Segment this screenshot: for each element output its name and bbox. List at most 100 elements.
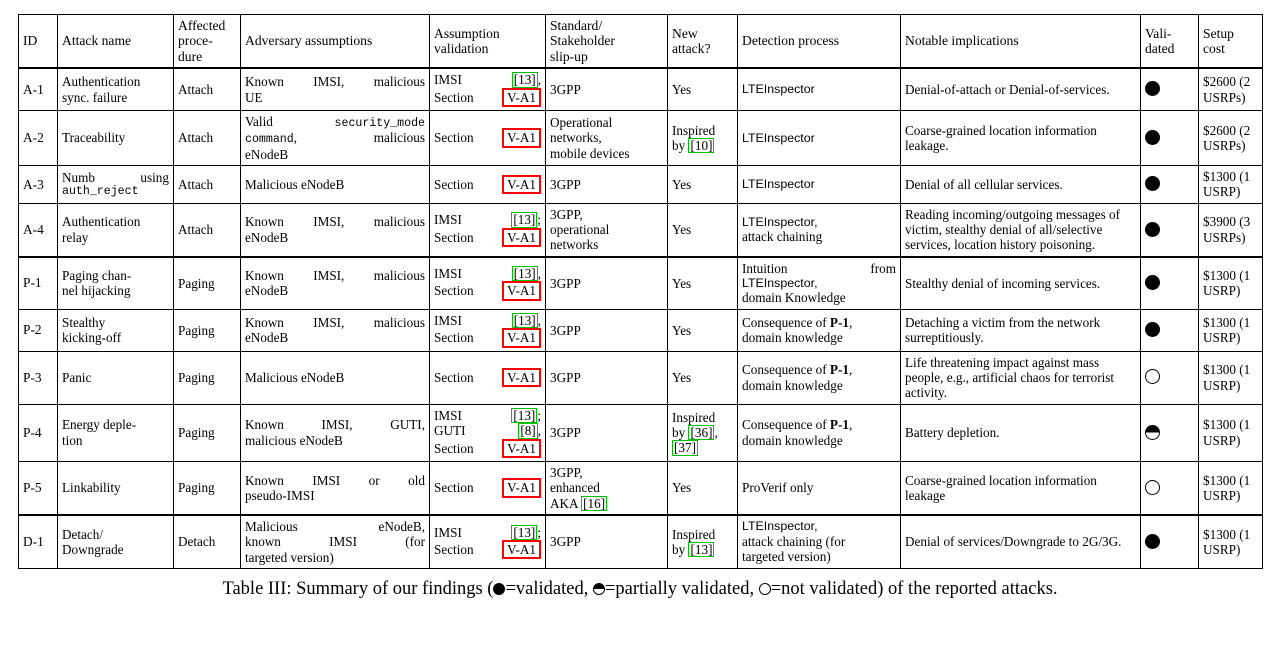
citation-ref[interactable]: [16]	[581, 495, 608, 512]
citation-ref[interactable]: [13]	[688, 541, 715, 558]
detection-line: LTEInspector,	[742, 519, 818, 534]
findings-table: ID Attack name Affected proce- dure Adve…	[18, 14, 1263, 569]
standard-line: enhanced	[550, 480, 600, 496]
citation-ref[interactable]: [37]	[672, 440, 698, 456]
cell-id: D-1	[18, 514, 58, 569]
standard-line: operational	[550, 222, 610, 238]
cell-standard-slipup: 3GPP	[545, 403, 668, 462]
assumption-line: Malicious eNodeB	[245, 369, 345, 385]
validation-label: IMSI	[434, 312, 462, 328]
table-row: A-2 Traceability Attach Valid security_mode…	[18, 109, 1263, 167]
validated-half-icon	[1145, 424, 1160, 440]
cell-setup-cost: $1300 (1 USRP)	[1198, 255, 1263, 310]
assumption-line: Known IMSI, GUTI,	[245, 417, 425, 433]
cell-id: A-1	[18, 67, 58, 111]
detection-line: LTEInspector,	[742, 214, 818, 229]
citation-ref[interactable]: V-A1	[502, 478, 541, 498]
table-row: D-1 Detach/Downgrade Detach Malicious eNode…	[18, 514, 1263, 569]
citation-ref[interactable]: V-A1	[502, 438, 541, 458]
new-attack-line: Yes	[672, 322, 692, 338]
citation-ref[interactable]: [13]	[511, 524, 538, 540]
standard-line: networks,	[550, 130, 602, 146]
detection-line: domain Knowledge	[742, 290, 846, 306]
citation-ref[interactable]: V-A1	[502, 227, 541, 248]
cost-line: $1300 (1	[1203, 472, 1251, 488]
assumption-line: eNodeB	[245, 146, 289, 162]
detection-line: domain knowledge	[742, 330, 843, 346]
cell-assumption-validation: IMSI [13], Section V-A1	[429, 308, 546, 352]
cell-notable-implications: Battery depletion.	[900, 403, 1141, 462]
table-row: P-5 Linkability Paging Known IMSI or old pse…	[18, 460, 1263, 516]
validation-entry: IMSI [13];	[434, 212, 541, 228]
citation-ref[interactable]: V-A1	[502, 328, 541, 348]
citation-ref[interactable]: [13]	[511, 312, 538, 329]
new-attack-line: by [10]	[672, 138, 715, 154]
detection-line: attack chaining	[742, 229, 823, 245]
col-header-validated: Vali- dated	[1140, 14, 1199, 69]
new-attack-line: Yes	[672, 480, 692, 496]
header-row: ID Attack name Affected proce- dure Adve…	[18, 14, 1263, 69]
cell-adversary-assumptions: Known IMSI, GUTI, malicious eNodeB	[240, 403, 430, 462]
cell-validated	[1140, 202, 1199, 258]
citation-ref[interactable]: [13]	[511, 265, 538, 282]
citation-ref[interactable]: [13]	[511, 212, 538, 228]
validation-entry: Section V-A1	[434, 281, 541, 301]
assumption-line: malicious eNodeB	[245, 432, 343, 448]
assumption-line: Known IMSI, malicious	[245, 74, 425, 90]
cell-id: P-5	[18, 460, 58, 516]
citation-ref[interactable]: [13]	[511, 407, 538, 424]
new-attack-line: Inspired	[672, 526, 716, 542]
validation-entry: Section V-A1	[434, 128, 541, 148]
citation-ref[interactable]: V-A1	[502, 174, 541, 195]
validated-full-icon	[1145, 176, 1160, 192]
citation-ref[interactable]: [13]	[511, 72, 538, 88]
citation-ref[interactable]: [8]	[518, 423, 538, 439]
caption-legend-full: =validated,	[505, 578, 593, 599]
new-attack-line: Yes	[672, 222, 692, 238]
attack-name-line: relay	[62, 229, 89, 245]
detection-line: domain knowledge	[742, 377, 843, 393]
validation-citation: V-A1	[502, 227, 541, 248]
validation-label: Section	[434, 176, 474, 192]
cost-line: USRPs)	[1203, 138, 1246, 154]
citation-ref[interactable]: V-A1	[502, 281, 541, 301]
validation-entry: IMSI [13];	[434, 407, 541, 424]
citation-ref[interactable]: V-A1	[502, 128, 541, 148]
table-row: A-3 Numb using auth_reject Attach Malicious …	[18, 165, 1263, 204]
citation-ref[interactable]: [10]	[688, 138, 715, 154]
cell-standard-slipup: 3GPP	[545, 67, 668, 111]
citation-ref[interactable]: V-A1	[502, 87, 541, 107]
cell-affected-procedure: Attach	[173, 165, 241, 204]
cell-assumption-validation: Section V-A1	[429, 165, 546, 204]
cell-attack-name: Detach/Downgrade	[57, 514, 174, 569]
cell-detection-process: Consequence of P-1, domain knowledge	[737, 308, 901, 352]
citation-ref[interactable]: V-A1	[502, 540, 541, 560]
cell-standard-slipup: Operational networks, mobile devices	[545, 109, 668, 167]
validation-citation: [13],	[511, 72, 541, 88]
cell-adversary-assumptions: Valid security_mode command, malicious eNo…	[240, 109, 430, 167]
standard-line: 3GPP	[550, 425, 581, 441]
detection-line: Intuition from	[742, 260, 896, 276]
cell-validated	[1140, 350, 1199, 405]
cell-detection-process: LTEInspector, attack chaining	[737, 202, 901, 258]
cell-new-attack: Yes	[667, 165, 738, 204]
assumption-line: UE	[245, 89, 263, 105]
cost-line: USRPs)	[1203, 229, 1246, 245]
cell-id: P-2	[18, 308, 58, 352]
validation-entry: Section V-A1	[434, 540, 541, 560]
detection-line: LTEInspector	[742, 177, 815, 192]
new-attack-line: by [13]	[672, 541, 715, 558]
detection-line: targeted version)	[742, 549, 831, 565]
citation-ref[interactable]: [36]	[688, 424, 715, 441]
assumption-line: Known IMSI, malicious	[245, 214, 425, 230]
standard-line: 3GPP	[550, 81, 581, 97]
cell-new-attack: Inspired by [13]	[667, 514, 738, 569]
cost-line: USRP)	[1203, 330, 1241, 346]
assumption-line: eNodeB	[245, 283, 289, 299]
cell-setup-cost: $3900 (3 USRPs)	[1198, 202, 1263, 258]
assumption-line: eNodeB	[245, 229, 289, 245]
validation-label: Section	[434, 369, 474, 385]
citation-ref[interactable]: V-A1	[502, 367, 541, 388]
attack-name-code: auth_reject	[62, 185, 139, 199]
validated-full-icon	[1145, 81, 1160, 97]
